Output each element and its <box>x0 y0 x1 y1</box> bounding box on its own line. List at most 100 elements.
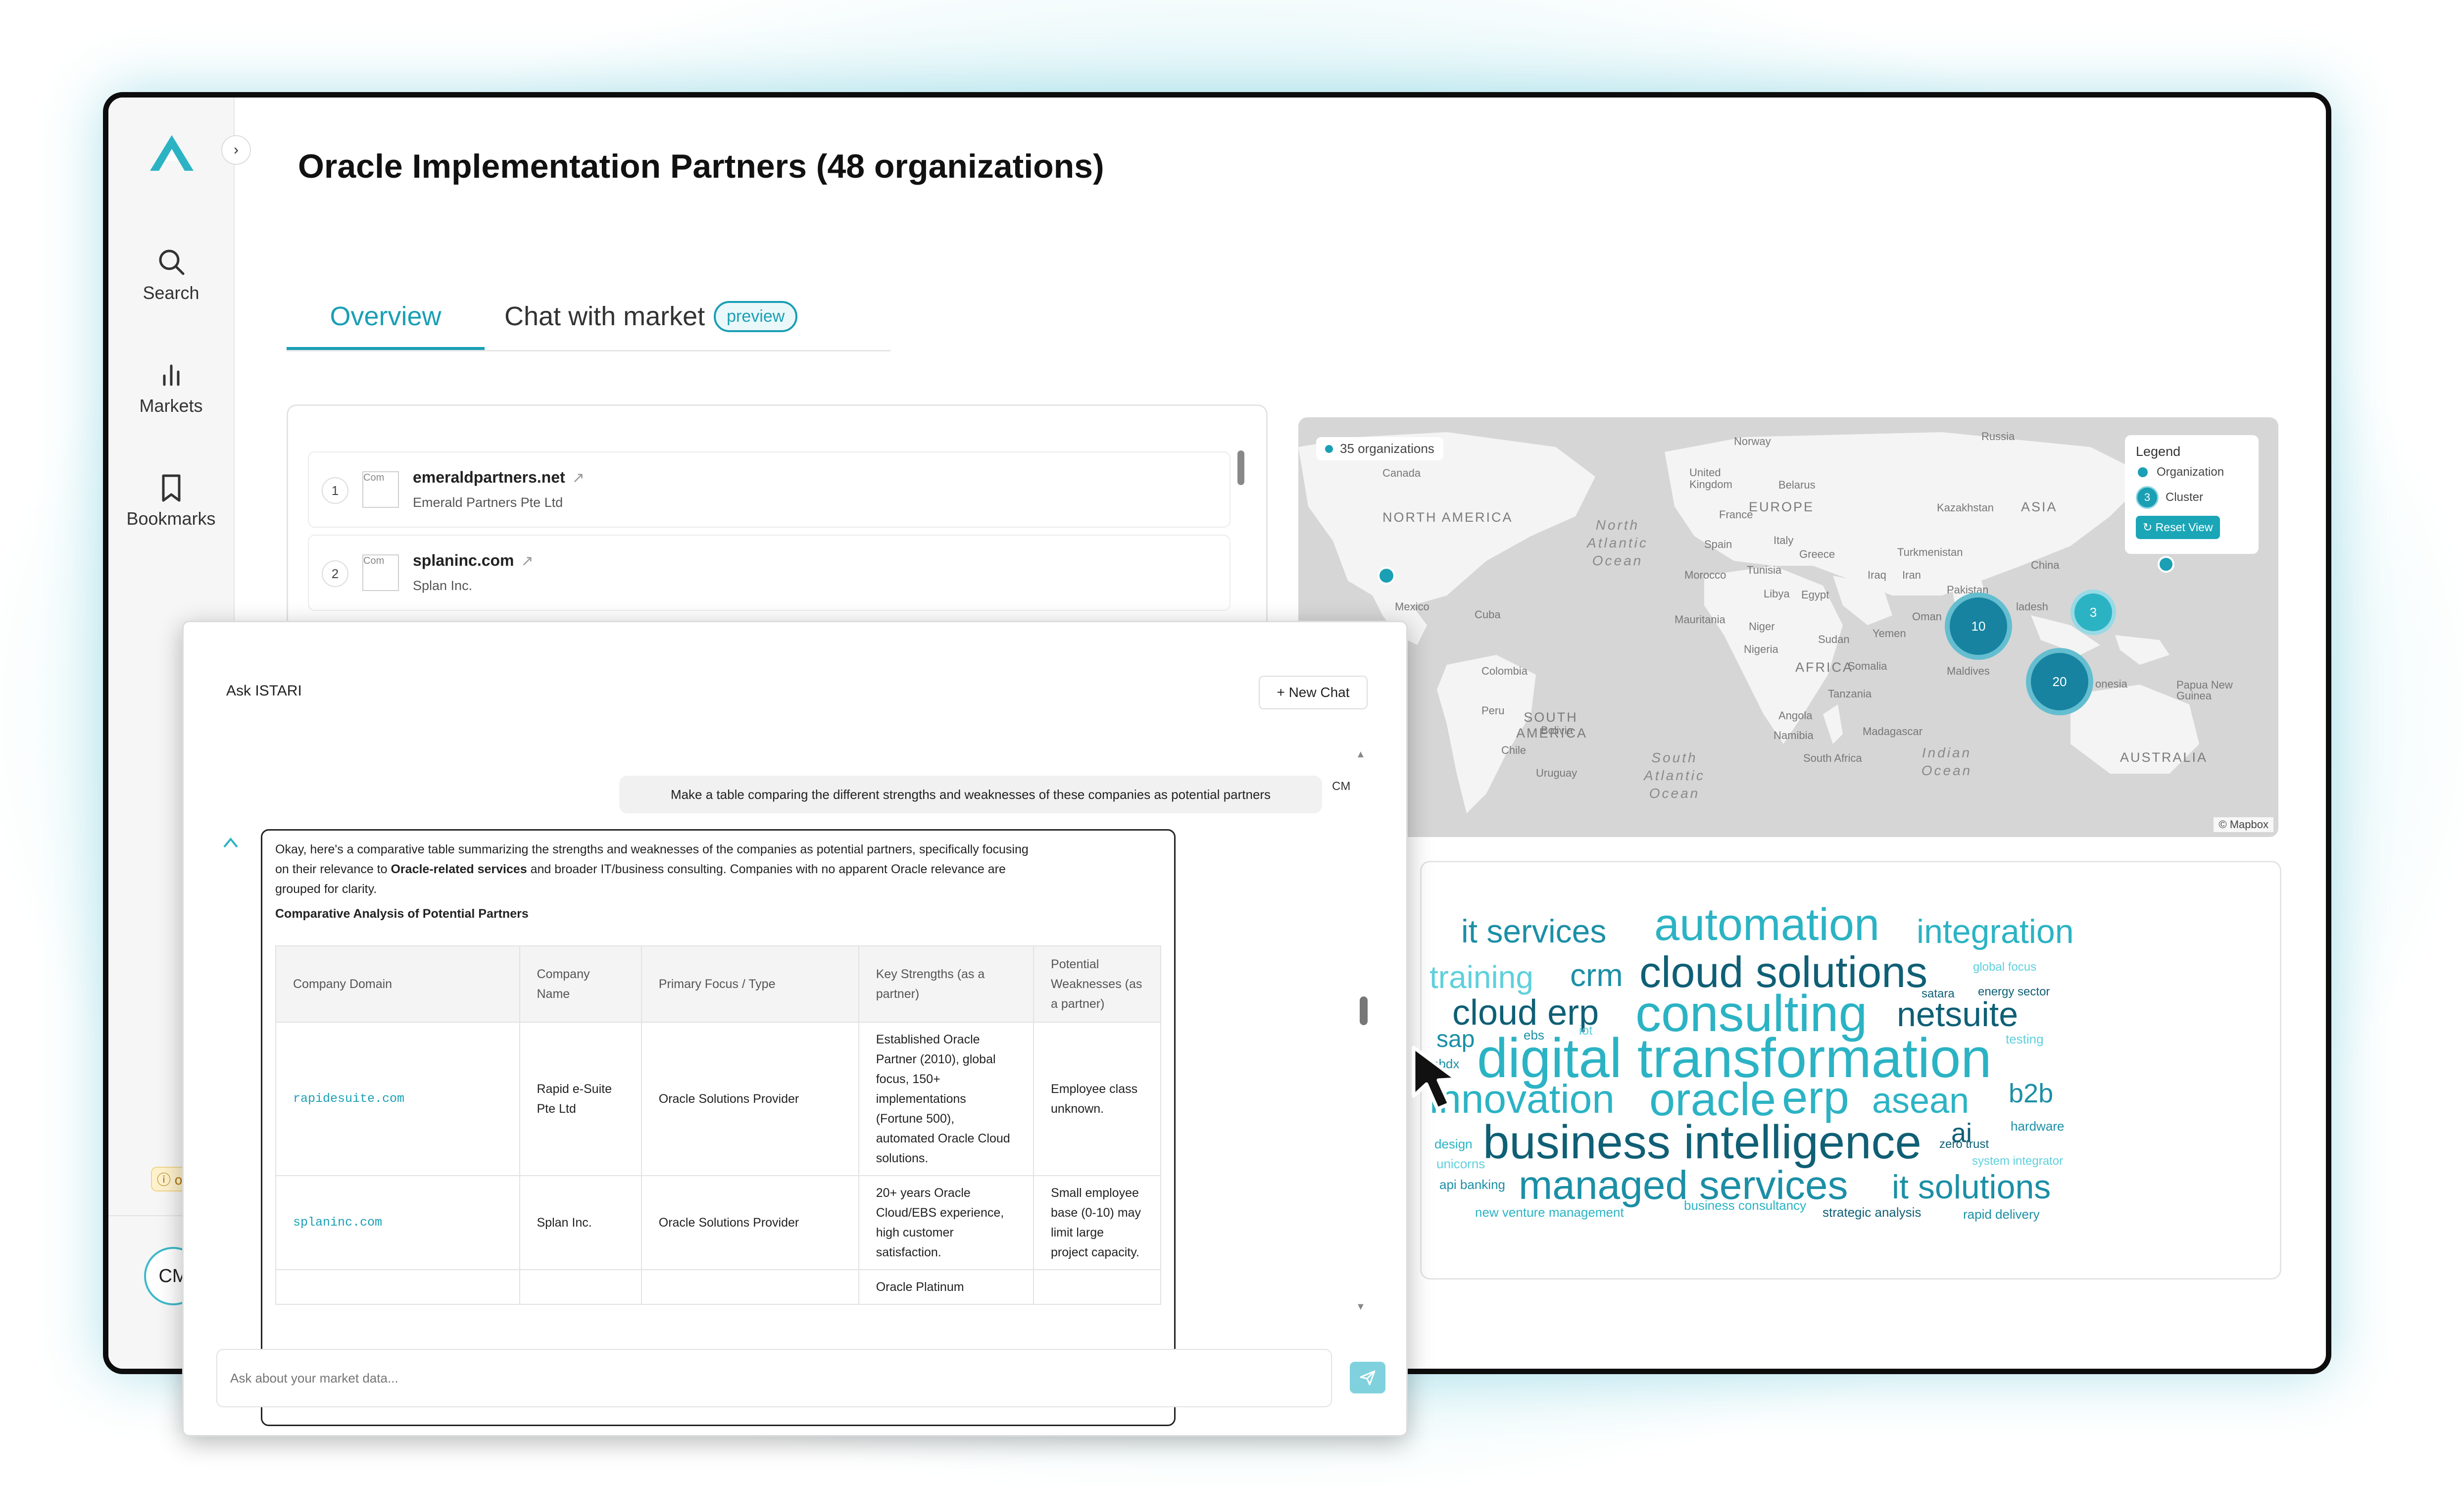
map-label: Russia <box>1981 430 2015 443</box>
scrollbar[interactable] <box>1237 450 1244 485</box>
map-label: Madagascar <box>1863 725 1923 738</box>
keyword[interactable]: system integrator <box>1972 1155 2063 1167</box>
organization-list: 1 Com emeraldpartners.net ↗ Emerald Partn… <box>287 404 1268 655</box>
answer-text: on their relevance to Oracle-related ser… <box>275 862 1006 876</box>
keyword[interactable]: business consultancy <box>1684 1199 1806 1212</box>
keyword[interactable]: netsuite <box>1897 997 2018 1032</box>
map-label: Tanzania <box>1828 688 1872 700</box>
keyword[interactable]: cloud erp <box>1452 995 1599 1031</box>
table-cell <box>519 1269 642 1305</box>
new-chat-button[interactable]: + New Chat <box>1259 676 1368 709</box>
assistant-chevron-icon <box>223 837 238 848</box>
row-number: 2 <box>322 560 348 587</box>
map-label: Peru <box>1481 704 1505 717</box>
organization-dot-icon <box>2138 467 2148 477</box>
comparison-table: Company Domain Company Name Primary Focu… <box>275 945 1161 1305</box>
map-label: Bolivia <box>1541 724 1573 737</box>
company-domain-link[interactable]: splaninc.com ↗ <box>413 551 534 570</box>
map-label: South Atlantic Ocean <box>1644 750 1705 801</box>
map-label: AFRICA <box>1795 660 1854 675</box>
map-label: Colombia <box>1481 665 1528 677</box>
keyword[interactable]: training <box>1429 961 1533 993</box>
scrollbar[interactable] <box>1360 996 1368 1025</box>
keyword[interactable]: unicorns <box>1436 1157 1485 1170</box>
tab-label: Chat with market <box>504 301 705 331</box>
cluster-marker[interactable]: 10 <box>1945 593 2012 660</box>
cluster-marker[interactable]: 3 <box>2070 590 2116 635</box>
keyword[interactable]: design <box>1434 1138 1473 1150</box>
keyword[interactable]: integration <box>1917 915 2074 948</box>
map-label: Mexico <box>1395 600 1429 613</box>
legend-label: Cluster <box>2166 491 2204 504</box>
keyword[interactable]: new venture management <box>1475 1206 1624 1219</box>
istari-logo[interactable] <box>148 133 196 173</box>
domain-text: splaninc.com <box>413 551 514 569</box>
keyword[interactable]: api banking <box>1439 1178 1505 1191</box>
keyword-cloud: it services automation integration train… <box>1420 861 2281 1280</box>
reset-view-button[interactable]: ↻ Reset View <box>2136 516 2220 539</box>
keyword[interactable]: crm <box>1570 959 1623 991</box>
domain-text: emeraldpartners.net <box>413 468 565 486</box>
map-label: Libya <box>1764 588 1790 600</box>
keyword[interactable]: erp <box>1782 1074 1849 1121</box>
keyword[interactable]: asean <box>1872 1083 1969 1119</box>
list-item[interactable]: 2 Com splaninc.com ↗ Splan Inc. <box>308 535 1231 611</box>
table-cell: Oracle Platinum <box>858 1269 1035 1305</box>
table-cell: Small employee base (0-10) may limit lar… <box>1033 1175 1161 1270</box>
tab-chat-with-market[interactable]: Chat with market preview <box>504 286 798 347</box>
map-label: Mauritania <box>1675 613 1725 626</box>
preview-badge: preview <box>714 300 798 332</box>
table-row: rapidesuite.com Rapid e-Suite Pte Ltd Or… <box>275 1022 1161 1176</box>
external-link-icon[interactable]: ↗ <box>572 470 585 486</box>
scroll-up-icon[interactable]: ▲ <box>1356 749 1366 760</box>
company-domain-link[interactable]: emeraldpartners.net ↗ <box>413 468 585 487</box>
cluster-marker[interactable]: 20 <box>2026 648 2093 715</box>
scroll-down-icon[interactable]: ▼ <box>1356 1301 1366 1313</box>
table-cell: Oracle Solutions Provider <box>641 1175 859 1270</box>
sidebar-item-bookmarks[interactable]: Bookmarks <box>108 472 234 529</box>
list-item[interactable]: 1 Com emeraldpartners.net ↗ Emerald Partn… <box>308 451 1231 528</box>
keyword[interactable]: it solutions <box>1892 1170 2051 1204</box>
keyword[interactable]: it services <box>1461 915 1606 947</box>
keyword[interactable]: testing <box>2006 1033 2044 1045</box>
company-logo: Com <box>362 471 399 508</box>
keyword[interactable]: zero trust <box>1939 1139 1989 1150</box>
map-label: South Africa <box>1803 752 1862 764</box>
keyword[interactable]: rapid delivery <box>1963 1208 2040 1221</box>
table-cell <box>1033 1269 1161 1305</box>
keyword[interactable]: global focus <box>1973 961 2036 973</box>
table-cell <box>641 1269 859 1305</box>
chat-title: Ask ISTARI <box>226 683 302 699</box>
keyword[interactable]: automation <box>1654 902 1879 947</box>
domain-cell: splaninc.com <box>275 1175 520 1270</box>
keyword[interactable]: b2b <box>2009 1080 2053 1107</box>
organization-count-badge: 35 organizations <box>1316 437 1443 460</box>
send-button[interactable] <box>1350 1362 1385 1393</box>
mapbox-attribution[interactable]: © Mapbox <box>2214 817 2273 832</box>
sidebar-item-label: Markets <box>139 396 203 416</box>
chat-input[interactable] <box>216 1349 1332 1407</box>
keyword[interactable]: strategic analysis <box>1823 1206 1921 1219</box>
map-label: onesia <box>2095 678 2127 690</box>
sidebar-item-markets[interactable]: Markets <box>108 359 234 416</box>
organization-marker[interactable] <box>1378 567 1395 585</box>
send-icon <box>1360 1370 1376 1386</box>
organization-marker[interactable] <box>2158 556 2174 573</box>
tab-overview[interactable]: Overview <box>287 286 485 350</box>
legend-label: Organization <box>2157 465 2224 479</box>
map-label: Spain <box>1704 538 1732 550</box>
map-label: Angola <box>1778 709 1813 722</box>
keyword[interactable]: business intelligence <box>1483 1119 1922 1166</box>
keyword[interactable]: hardware <box>2011 1120 2064 1133</box>
map-label: Namibia <box>1774 729 1814 742</box>
external-link-icon[interactable]: ↗ <box>521 553 534 569</box>
map-label: NORTH AMERICA <box>1382 510 1513 525</box>
sidebar-item-search[interactable]: Search <box>108 246 234 303</box>
map-label: Uruguay <box>1536 767 1577 779</box>
cluster-icon: 3 <box>2136 486 2159 509</box>
column-header: Primary Focus / Type <box>641 945 859 1023</box>
chevron-right-icon[interactable]: › <box>221 135 251 165</box>
map-label: EUROPE <box>1749 499 1815 514</box>
map-label: United Kingdom <box>1689 466 1732 491</box>
world-map[interactable]: NORTH AMERICA EUROPE ASIA AFRICA SOUTH A… <box>1298 417 2278 837</box>
